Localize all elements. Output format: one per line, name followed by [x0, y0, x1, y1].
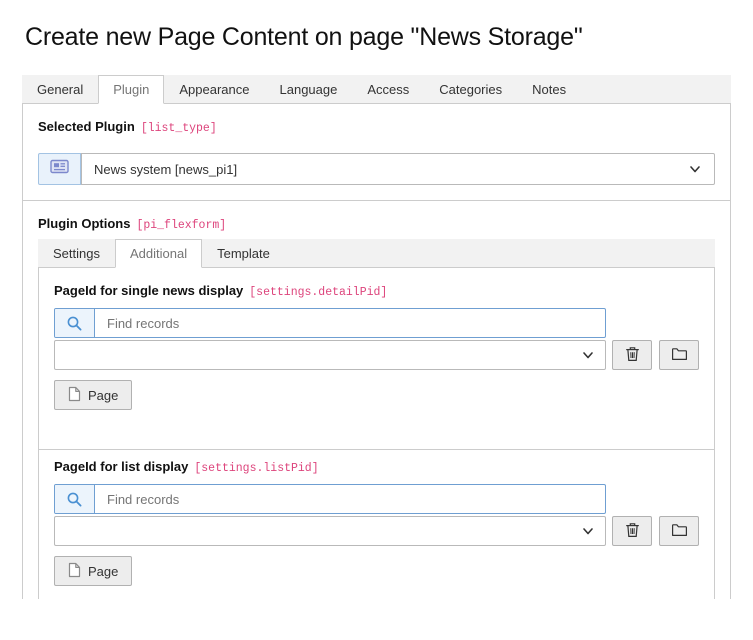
list-pid-search-group: [54, 484, 606, 514]
flexform-tab-bar: Settings Additional Template: [38, 239, 715, 268]
list-pid-field-group: PageId for list display [settings.listPid…: [39, 449, 714, 586]
delete-record-button[interactable]: [612, 516, 652, 546]
plugin-options-section: Plugin Options [pi_flexform] Settings Add…: [23, 200, 730, 599]
delete-record-button[interactable]: [612, 340, 652, 370]
detail-pid-selected-list[interactable]: [54, 340, 606, 370]
main-tab-bar: General Plugin Appearance Language Acces…: [22, 75, 731, 104]
detail-pid-key: [settings.detailPid]: [249, 286, 387, 299]
list-pid-key: [settings.listPid]: [194, 462, 318, 475]
browse-records-button[interactable]: [659, 340, 699, 370]
list-pid-label: PageId for list display: [54, 459, 188, 474]
record-edit-form: General Plugin Appearance Language Acces…: [22, 75, 731, 599]
subtab-settings[interactable]: Settings: [38, 239, 115, 268]
detail-pid-label-row: PageId for single news display [settings.…: [54, 283, 699, 300]
chevron-down-icon: [581, 524, 595, 538]
flexform-additional-panel: PageId for single news display [settings.…: [38, 268, 715, 599]
detail-pid-field-group: PageId for single news display [settings.…: [54, 283, 699, 410]
search-icon: [55, 485, 95, 513]
page-button-label: Page: [88, 388, 118, 403]
search-icon: [55, 309, 95, 337]
selected-plugin-input-group: News system [news_pi1]: [38, 153, 715, 185]
subtab-template[interactable]: Template: [202, 239, 285, 268]
tab-language[interactable]: Language: [265, 75, 353, 104]
list-pid-selected-list[interactable]: [54, 516, 606, 546]
plugin-options-label: Plugin Options: [38, 216, 130, 231]
tab-categories[interactable]: Categories: [424, 75, 517, 104]
selected-plugin-select[interactable]: News system [news_pi1]: [81, 153, 715, 185]
tab-access[interactable]: Access: [352, 75, 424, 104]
folder-icon: [671, 347, 688, 364]
detail-pid-select-row: [54, 340, 699, 370]
detail-pid-search-group: [54, 308, 606, 338]
newspaper-plugin-icon: [50, 159, 69, 179]
page-file-icon: [68, 562, 81, 581]
browse-records-button[interactable]: [659, 516, 699, 546]
selected-plugin-key: [list_type]: [141, 122, 217, 135]
plugin-options-label-row: Plugin Options [pi_flexform]: [38, 216, 715, 233]
add-page-record-button[interactable]: Page: [54, 556, 132, 586]
selected-plugin-label: Selected Plugin: [38, 119, 135, 134]
tab-general[interactable]: General: [22, 75, 98, 104]
list-pid-label-row: PageId for list display [settings.listPid…: [54, 459, 699, 476]
selected-plugin-section: Selected Plugin [list_type]: [23, 104, 730, 200]
page-title: Create new Page Content on page "News St…: [25, 22, 753, 52]
add-page-record-button[interactable]: Page: [54, 380, 132, 410]
plugin-options-key: [pi_flexform]: [136, 219, 226, 232]
detail-pid-search-input[interactable]: [95, 309, 605, 337]
trash-icon: [625, 522, 640, 541]
selected-plugin-label-row: Selected Plugin [list_type]: [38, 119, 715, 136]
selected-plugin-value: News system [news_pi1]: [94, 162, 237, 177]
tab-appearance[interactable]: Appearance: [164, 75, 264, 104]
page-button-label: Page: [88, 564, 118, 579]
list-pid-select-row: [54, 516, 699, 546]
page-file-icon: [68, 386, 81, 405]
detail-pid-label: PageId for single news display: [54, 283, 243, 298]
list-pid-search-input[interactable]: [95, 485, 605, 513]
tab-plugin[interactable]: Plugin: [98, 75, 164, 104]
subtab-additional[interactable]: Additional: [115, 239, 202, 268]
tab-notes[interactable]: Notes: [517, 75, 581, 104]
chevron-down-icon: [688, 162, 702, 176]
plugin-type-addon: [38, 153, 81, 185]
trash-icon: [625, 346, 640, 365]
plugin-tab-panel: Selected Plugin [list_type]: [22, 104, 731, 599]
chevron-down-icon: [581, 348, 595, 362]
folder-icon: [671, 523, 688, 540]
